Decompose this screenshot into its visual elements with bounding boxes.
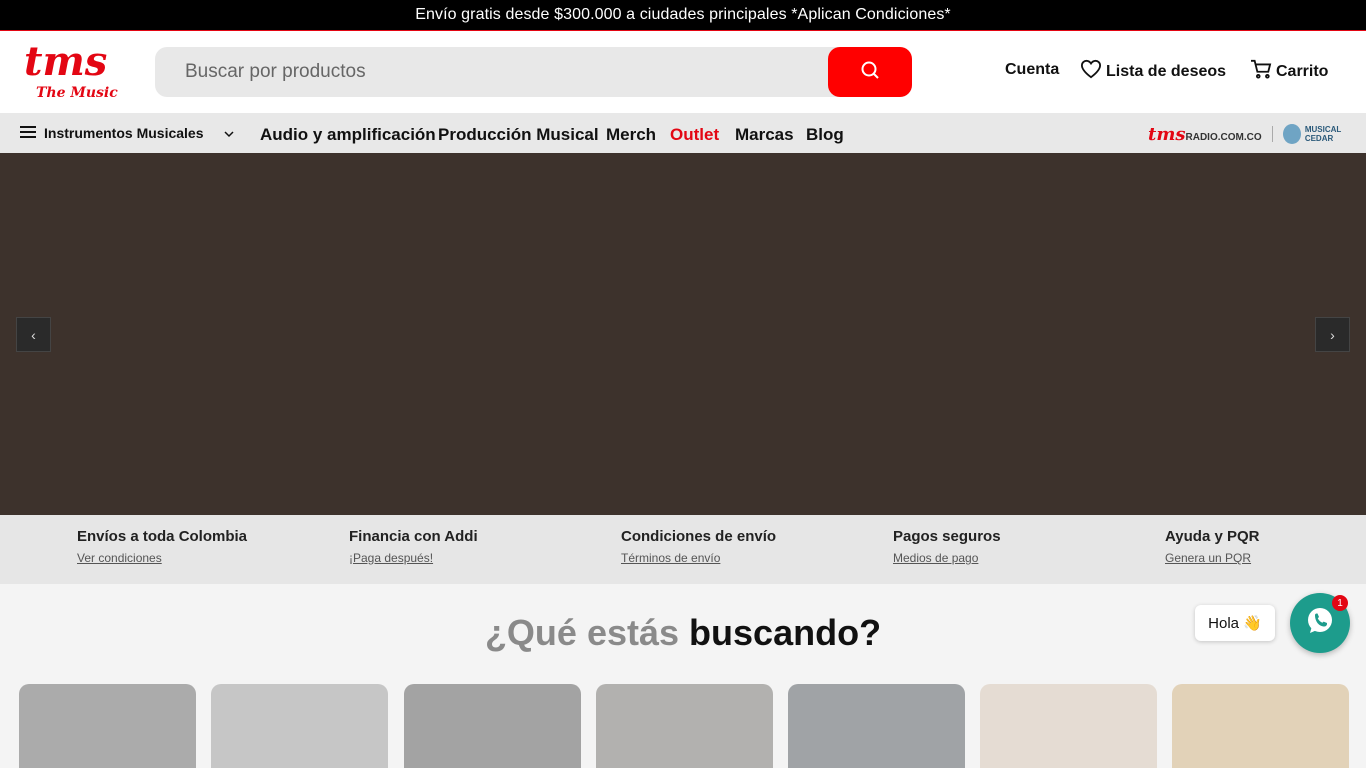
category-card[interactable] — [980, 684, 1157, 768]
hamburger-icon — [20, 125, 36, 142]
benefit-link[interactable]: Términos de envío — [621, 551, 720, 565]
chevron-right-icon: › — [1330, 326, 1335, 343]
category-card[interactable] — [1172, 684, 1349, 768]
account-link[interactable]: Cuenta — [1005, 61, 1059, 79]
benefit-title: Ayuda y PQR — [1165, 528, 1260, 545]
chevron-down-icon — [223, 125, 234, 141]
cart-icon — [1250, 59, 1272, 84]
chat-greeting: Hola 👋 — [1208, 615, 1262, 632]
site-header: tms The Music Site Cuenta Lista de deseo… — [0, 31, 1366, 113]
section-heading: ¿Qué estás buscando? — [0, 612, 1366, 654]
search-bar — [155, 47, 912, 97]
search-button[interactable] — [828, 47, 912, 97]
benefit-condiciones: Condiciones de envío Términos de envío — [621, 528, 776, 567]
category-card[interactable] — [596, 684, 773, 768]
musical-cedar-logo[interactable]: MUSICAL CEDAR — [1282, 124, 1366, 144]
search-input[interactable] — [155, 47, 828, 97]
benefit-title: Condiciones de envío — [621, 528, 777, 545]
benefit-title: Envíos a toda Colombia — [77, 528, 248, 545]
cart-link[interactable]: Carrito — [1250, 59, 1328, 84]
category-menu-button[interactable]: Instrumentos Musicales — [20, 113, 234, 153]
benefit-ayuda: Ayuda y PQR Genera un PQR — [1165, 528, 1259, 567]
chat-greeting-bubble[interactable]: Hola 👋 — [1195, 605, 1275, 641]
nav-item-outlet[interactable]: Outlet — [670, 125, 719, 145]
nav-item-merch[interactable]: Merch — [606, 125, 656, 145]
heart-icon — [1080, 59, 1102, 84]
nav-item-produccion[interactable]: Producción Musical — [438, 125, 599, 145]
benefit-link[interactable]: Genera un PQR — [1165, 551, 1251, 565]
account-label: Cuenta — [1005, 61, 1060, 78]
category-menu-label: Instrumentos Musicales — [44, 125, 204, 141]
nav-item-blog[interactable]: Blog — [806, 125, 844, 145]
category-card[interactable] — [19, 684, 196, 768]
search-icon — [860, 60, 880, 85]
divider — [1271, 126, 1273, 142]
carousel-next-button[interactable]: › — [1315, 317, 1350, 352]
wishlist-link[interactable]: Lista de deseos — [1080, 59, 1226, 84]
heading-light: ¿Qué estás — [484, 612, 680, 653]
chevron-left-icon: ‹ — [31, 326, 36, 343]
nav-item-audio[interactable]: Audio y amplificación — [260, 125, 436, 145]
carousel-prev-button[interactable]: ‹ — [16, 317, 51, 352]
cedar-emblem-icon — [1282, 124, 1301, 144]
benefit-title: Financia con Addi — [349, 528, 478, 545]
promo-text: Envío gratis desde $300.000 a ciudades p… — [415, 6, 951, 23]
nav-item-marcas[interactable]: Marcas — [735, 125, 794, 145]
site-logo[interactable]: tms The Music Site — [22, 38, 154, 103]
cart-label: Carrito — [1276, 62, 1329, 80]
promo-banner: Envío gratis desde $300.000 a ciudades p… — [0, 0, 1366, 31]
benefit-link[interactable]: Medios de pago — [893, 551, 978, 565]
svg-text:The Music Site: The Music Site — [36, 85, 122, 101]
wishlist-label: Lista de deseos — [1106, 62, 1227, 80]
benefit-link[interactable]: ¡Paga después! — [349, 551, 433, 565]
main-nav: Instrumentos Musicales Audio y amplifica… — [0, 113, 1366, 153]
category-card[interactable] — [211, 684, 388, 768]
hero-carousel: ‹ › — [0, 153, 1366, 515]
category-card[interactable] — [788, 684, 965, 768]
benefit-link[interactable]: Ver condiciones — [77, 551, 162, 565]
benefit-envios: Envíos a toda Colombia Ver condiciones — [77, 528, 247, 567]
heading-dark: buscando? — [689, 612, 882, 653]
benefit-addi: Financia con Addi ¡Paga después! — [349, 528, 478, 567]
benefits-bar: Envíos a toda Colombia Ver condiciones F… — [0, 515, 1366, 584]
notification-badge: 1 — [1332, 595, 1348, 611]
svg-text:tms: tms — [24, 39, 107, 85]
whatsapp-icon — [1304, 605, 1336, 642]
benefit-pagos: Pagos seguros Medios de pago — [893, 528, 1001, 567]
benefit-title: Pagos seguros — [893, 528, 1001, 545]
partner-logos: tms RADIO.COM.CO MUSICAL CEDAR — [1148, 122, 1366, 146]
tms-radio-logo[interactable]: tms RADIO.COM.CO — [1148, 124, 1262, 145]
category-card[interactable] — [404, 684, 581, 768]
